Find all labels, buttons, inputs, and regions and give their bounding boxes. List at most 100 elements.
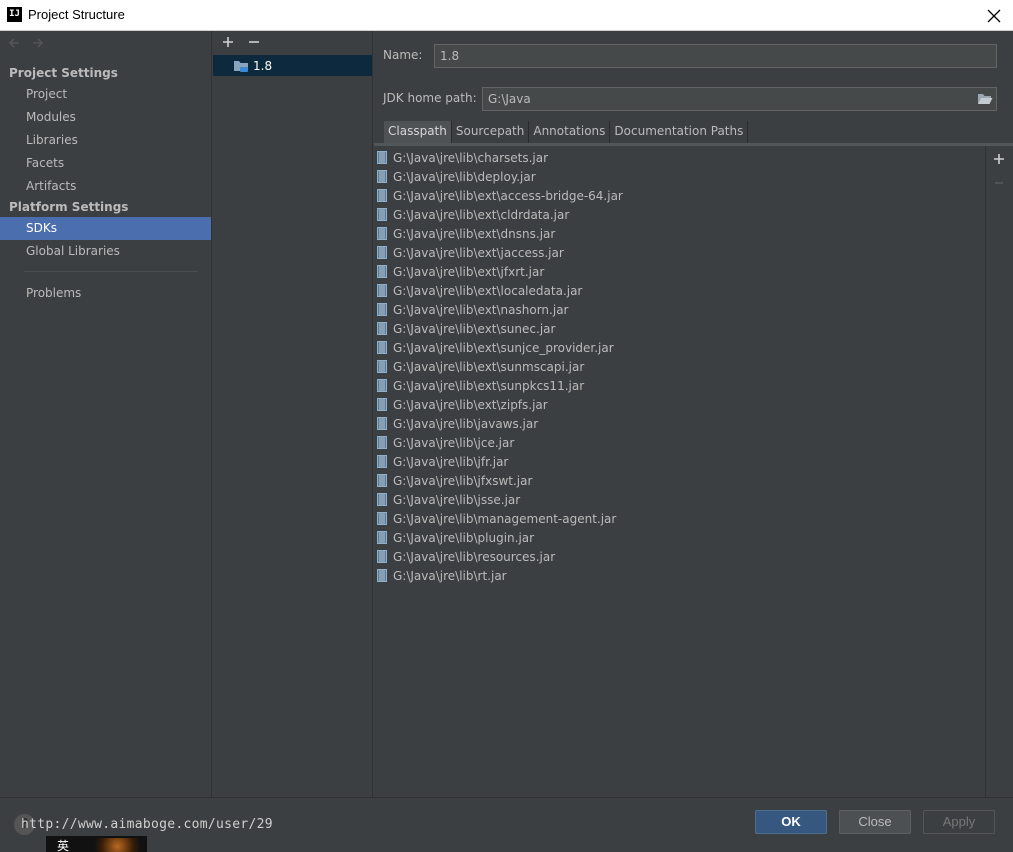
- jar-icon: [377, 303, 387, 316]
- sidebar-item-project[interactable]: Project: [0, 83, 211, 106]
- close-icon: [987, 9, 1001, 22]
- navigation-arrows: [7, 36, 45, 50]
- classpath-row-label: G:\Java\jre\lib\ext\sunec.jar: [393, 321, 556, 336]
- classpath-row[interactable]: G:\Java\jre\lib\ext\sunec.jar: [374, 319, 985, 338]
- sidebar-item-problems[interactable]: Problems: [0, 282, 211, 305]
- jar-icon: [377, 512, 387, 525]
- jar-icon: [377, 455, 387, 468]
- classpath-row-label: G:\Java\jre\lib\ext\dnsns.jar: [393, 226, 556, 241]
- jar-icon: [377, 170, 387, 183]
- jdk-home-label: JDK home path:: [383, 91, 477, 105]
- classpath-row[interactable]: G:\Java\jre\lib\jce.jar: [374, 433, 985, 452]
- classpath-row-label: G:\Java\jre\lib\charsets.jar: [393, 150, 549, 165]
- classpath-row-label: G:\Java\jre\lib\plugin.jar: [393, 530, 535, 545]
- classpath-row-label: G:\Java\jre\lib\jsse.jar: [393, 492, 521, 507]
- classpath-row-label: G:\Java\jre\lib\management-agent.jar: [393, 511, 617, 526]
- sidebar-item-artifacts[interactable]: Artifacts: [0, 175, 211, 198]
- classpath-row[interactable]: G:\Java\jre\lib\jsse.jar: [374, 490, 985, 509]
- classpath-row[interactable]: G:\Java\jre\lib\ext\access-bridge-64.jar: [374, 186, 985, 205]
- classpath-row-label: G:\Java\jre\lib\rt.jar: [393, 568, 507, 583]
- classpath-row-label: G:\Java\jre\lib\deploy.jar: [393, 169, 536, 184]
- ime-language-indicator[interactable]: 英: [57, 837, 69, 852]
- tab-sourcepath[interactable]: Sourcepath: [452, 121, 530, 143]
- project-settings-header: Project Settings: [9, 66, 118, 80]
- tab-annotations[interactable]: Annotations: [529, 121, 611, 143]
- sidebar-item-modules[interactable]: Modules: [0, 106, 211, 129]
- settings-sidebar: Project Settings Project Modules Librari…: [0, 31, 212, 797]
- classpath-row-label: G:\Java\jre\lib\ext\jaccess.jar: [393, 245, 564, 260]
- jdk-home-value: G:\Java: [488, 92, 531, 106]
- classpath-row-label: G:\Java\jre\lib\ext\nashorn.jar: [393, 302, 569, 317]
- classpath-row[interactable]: G:\Java\jre\lib\ext\sunpkcs11.jar: [374, 376, 985, 395]
- classpath-row-label: G:\Java\jre\lib\ext\localedata.jar: [393, 283, 583, 298]
- classpath-row[interactable]: G:\Java\jre\lib\jfxswt.jar: [374, 471, 985, 490]
- classpath-row[interactable]: G:\Java\jre\lib\deploy.jar: [374, 167, 985, 186]
- jar-icon: [377, 189, 387, 202]
- jar-icon: [377, 493, 387, 506]
- apply-button[interactable]: Apply: [923, 810, 995, 834]
- classpath-row-label: G:\Java\jre\lib\ext\access-bridge-64.jar: [393, 188, 623, 203]
- classpath-row[interactable]: G:\Java\jre\lib\ext\jfxrt.jar: [374, 262, 985, 281]
- classpath-row-label: G:\Java\jre\lib\ext\sunjce_provider.jar: [393, 340, 614, 355]
- classpath-row[interactable]: G:\Java\jre\lib\ext\localedata.jar: [374, 281, 985, 300]
- remove-path-minus-icon[interactable]: [992, 176, 1006, 190]
- jdk-home-field[interactable]: G:\Java: [482, 87, 997, 111]
- sdk-list-item-label: 1.8: [253, 58, 273, 73]
- jar-icon: [377, 227, 387, 240]
- jar-icon: [377, 322, 387, 335]
- tab-classpath[interactable]: Classpath: [384, 121, 452, 143]
- sdk-list-item[interactable]: 1.8: [213, 55, 372, 76]
- add-path-plus-icon[interactable]: [992, 152, 1006, 166]
- classpath-row[interactable]: G:\Java\jre\lib\ext\nashorn.jar: [374, 300, 985, 319]
- jar-icon: [377, 208, 387, 221]
- classpath-row[interactable]: G:\Java\jre\lib\jfr.jar: [374, 452, 985, 471]
- back-arrow-icon[interactable]: [7, 36, 21, 50]
- classpath-toolbar: [986, 146, 1013, 797]
- sidebar-item-global-libraries[interactable]: Global Libraries: [0, 240, 211, 263]
- sdk-tabs: Classpath Sourcepath Annotations Documen…: [384, 121, 749, 143]
- classpath-row[interactable]: G:\Java\jre\lib\javaws.jar: [374, 414, 985, 433]
- ok-button[interactable]: OK: [755, 810, 827, 834]
- jar-icon: [377, 246, 387, 259]
- jar-icon: [377, 474, 387, 487]
- jar-icon: [377, 436, 387, 449]
- forward-arrow-icon[interactable]: [31, 36, 45, 50]
- sidebar-item-facets[interactable]: Facets: [0, 152, 211, 175]
- name-field[interactable]: 1.8: [434, 44, 997, 68]
- classpath-row[interactable]: G:\Java\jre\lib\ext\dnsns.jar: [374, 224, 985, 243]
- classpath-row-label: G:\Java\jre\lib\jce.jar: [393, 435, 515, 450]
- classpath-row[interactable]: G:\Java\jre\lib\ext\sunmscapi.jar: [374, 357, 985, 376]
- platform-settings-header: Platform Settings: [9, 200, 129, 214]
- jar-icon: [377, 341, 387, 354]
- title-bar: IJ Project Structure: [0, 0, 1013, 31]
- sidebar-item-libraries[interactable]: Libraries: [0, 129, 211, 152]
- classpath-row[interactable]: G:\Java\jre\lib\rt.jar: [374, 566, 985, 585]
- close-window-button[interactable]: [975, 0, 1013, 31]
- jar-icon: [377, 550, 387, 563]
- name-label: Name:: [383, 48, 423, 62]
- classpath-row-label: G:\Java\jre\lib\ext\zipfs.jar: [393, 397, 548, 412]
- classpath-row[interactable]: G:\Java\jre\lib\ext\zipfs.jar: [374, 395, 985, 414]
- minus-icon[interactable]: [247, 35, 261, 49]
- close-button[interactable]: Close: [839, 810, 911, 834]
- classpath-row[interactable]: G:\Java\jre\lib\ext\jaccess.jar: [374, 243, 985, 262]
- dialog-footer: ? http://www.aimaboge.com/user/29 OK Clo…: [0, 797, 1013, 852]
- intellij-logo-icon: IJ: [7, 7, 22, 22]
- jar-icon: [377, 569, 387, 582]
- classpath-row-label: G:\Java\jre\lib\ext\sunmscapi.jar: [393, 359, 585, 374]
- classpath-row-label: G:\Java\jre\lib\ext\sunpkcs11.jar: [393, 378, 585, 393]
- folder-open-icon[interactable]: [977, 92, 993, 106]
- classpath-row[interactable]: G:\Java\jre\lib\management-agent.jar: [374, 509, 985, 528]
- sdk-folder-icon: [234, 60, 248, 72]
- classpath-row[interactable]: G:\Java\jre\lib\ext\cldrdata.jar: [374, 205, 985, 224]
- classpath-row[interactable]: G:\Java\jre\lib\ext\sunjce_provider.jar: [374, 338, 985, 357]
- window-title: Project Structure: [28, 7, 125, 22]
- tab-documentation-paths[interactable]: Documentation Paths: [610, 121, 749, 143]
- classpath-row[interactable]: G:\Java\jre\lib\plugin.jar: [374, 528, 985, 547]
- classpath-row[interactable]: G:\Java\jre\lib\resources.jar: [374, 547, 985, 566]
- plus-icon[interactable]: [221, 35, 235, 49]
- sdk-list-toolbar: [221, 35, 261, 49]
- sidebar-item-sdks[interactable]: SDKs: [0, 217, 211, 240]
- jar-icon: [377, 379, 387, 392]
- classpath-row[interactable]: G:\Java\jre\lib\charsets.jar: [374, 148, 985, 167]
